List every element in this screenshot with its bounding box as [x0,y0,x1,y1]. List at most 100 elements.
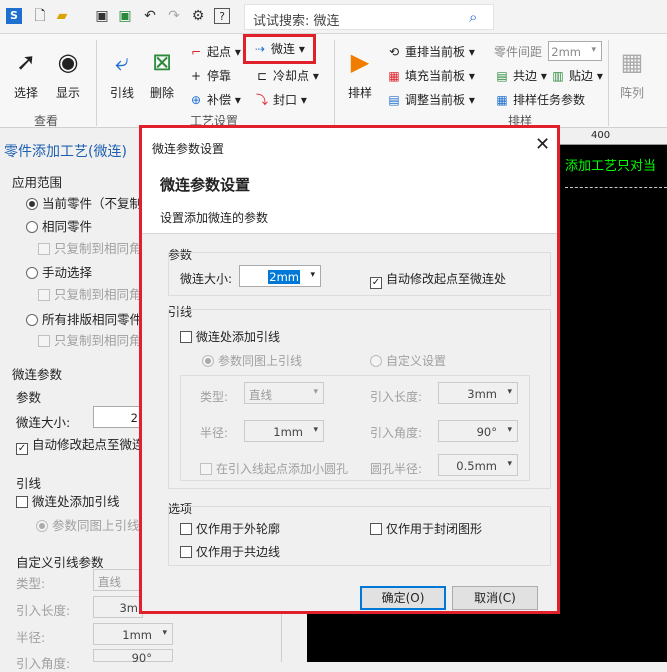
compensate-icon: ⊕ [190,93,202,107]
size-input[interactable]: 2 [93,406,143,428]
scope-same-radio[interactable]: 相同零件 [26,216,92,235]
nest-label: 排样 [347,86,372,100]
select-label: 选择 [13,86,38,100]
search-icon[interactable]: ⌕ [469,8,477,26]
checkbox-icon [370,523,382,535]
scope-all-label: 所有排版相同零件 [42,312,143,327]
adjust-label: 调整当前板 [405,93,466,107]
add-lead-checkbox[interactable]: 微连处添加引线 [16,491,120,510]
copy-manual-checkbox[interactable]: 只复制到相同角 [38,284,142,303]
chevron-down-icon: ▾ [507,459,512,469]
save-icon[interactable]: ▣ [94,8,110,24]
dialog-size-value: 2mm [268,270,300,284]
type-value: 直线 [98,575,121,589]
scope-manual-radio[interactable]: 手动选择 [26,262,92,281]
auto-move-checkbox[interactable]: ✓ 自动修改起点至微连 [16,434,145,455]
redo-icon[interactable]: ↷ [166,8,182,24]
compensate-button[interactable]: ⊕ 补偿 ▾ [188,90,241,110]
dialog-angle-select[interactable]: 90° ▾ [438,420,518,442]
display-button[interactable]: ◉ 显示 [48,46,88,101]
dialog-small-hole-checkbox[interactable]: 在引入线起点添加小圆孔 [200,460,348,477]
angle-input[interactable]: 90° [93,649,173,665]
dialog-auto-move-label: 自动修改起点至微连处 [386,272,507,286]
scope-all-radio[interactable]: 所有排版相同零件 [26,309,142,328]
re-nest-label: 重排当前板 [405,45,466,59]
dialog-lead-length-select[interactable]: 3mm ▾ [438,382,518,404]
radio-icon [370,355,382,367]
checkbox-icon [16,496,28,508]
dialog-hole-radius-select[interactable]: 0.5mm ▾ [438,454,518,476]
array-button[interactable]: ▦ 阵列 [612,46,652,101]
lead-button[interactable]: ⤶ 引线 [102,46,142,101]
cooling-point-label: 冷却点 [273,69,310,83]
nest-params-label: 排样任务参数 [513,93,586,107]
auto-move-label: 自动修改起点至微连 [32,437,145,452]
dialog-outer-only-checkbox[interactable]: 仅作用于外轮廓 [180,520,280,537]
dialog-auto-move-checkbox[interactable]: ✓ 自动修改起点至微连处 [370,270,506,289]
dialog-lead-length-label: 引入长度: [370,390,423,404]
dialog-same-as-figure-radio[interactable]: 参数同图上引线 [202,352,302,369]
dialog-radius-select[interactable]: 1mm ▾ [244,420,324,442]
common-edge-button[interactable]: ▤ 共边 ▾ [494,66,547,86]
dialog-custom-radio[interactable]: 自定义设置 [370,352,446,369]
chevron-down-icon: ▾ [162,628,167,638]
seal-label: 封口 [273,93,298,107]
close-icon[interactable]: ✕ [535,134,550,155]
part-spacing-input[interactable]: 2mm ▾ [548,41,602,61]
dialog-hole-radius-label: 圆孔半径: [370,462,423,476]
save-as-icon[interactable]: ▣ [117,8,133,24]
copy-all-checkbox[interactable]: 只复制到相同角 [38,330,142,349]
delete-button[interactable]: ⊠ 删除 [142,46,182,101]
dialog-add-lead-checkbox[interactable]: 微连处添加引线 [180,328,280,345]
scope-current-radio[interactable]: 当前零件（不复制 [26,193,142,212]
settings-gear-icon[interactable]: ⚙ [190,8,206,24]
dialog-closed-only-checkbox[interactable]: 仅作用于封闭图形 [370,520,482,537]
nest-params-button[interactable]: ▦ 排样任务参数 [494,90,585,110]
open-folder-icon[interactable]: ▰ [54,8,70,24]
chevron-down-icon: ▾ [507,387,512,397]
radio-icon [26,221,38,233]
part-spacing-value: 2mm [551,45,581,59]
chevron-down-icon: ▾ [310,270,315,280]
dialog-common-only-checkbox[interactable]: 仅作用于共边线 [180,543,280,560]
checkbox-icon [200,463,212,475]
cooling-point-button[interactable]: ⊏ 冷却点 ▾ [254,66,319,86]
same-as-figure-radio[interactable]: 参数同图上引线 [36,515,140,534]
new-file-icon[interactable]: 🗋 [32,8,48,24]
nest-button[interactable]: ▶ 排样 [340,46,380,101]
ok-button[interactable]: 确定(O) [360,586,446,610]
copy-all-label: 只复制到相同角 [54,333,142,348]
re-nest-button[interactable]: ⟲ 重排当前板 ▾ [386,42,475,62]
divider [334,40,335,126]
chevron-down-icon: ▾ [313,425,318,435]
micro-joint-button[interactable]: ⇢ 微连 ▾ [252,39,305,59]
stop-button[interactable]: + 停靠 [188,66,231,86]
fill-icon: ▦ [388,69,400,83]
panel-title: 零件添加工艺(微连) [4,144,127,160]
start-point-label: 起点 [207,45,232,59]
type-select[interactable]: 直线 [93,569,143,591]
start-point-button[interactable]: ⌐ 起点 ▾ [188,42,241,62]
select-button[interactable]: ➚ 选择 [6,46,46,101]
copy-same-checkbox[interactable]: 只复制到相同角 [38,238,142,257]
dialog-subtitle: 设置添加微连的参数 [160,211,269,225]
delete-label: 删除 [149,86,174,100]
undo-icon[interactable]: ↶ [142,8,158,24]
adjust-button[interactable]: ▤ 调整当前板 ▾ [386,90,475,110]
seal-button[interactable]: ⤵ 封口 ▾ [254,90,307,110]
checkbox-checked-icon: ✓ [370,277,382,289]
search-box[interactable]: 试试搜索: 微连 ⌕ [244,4,494,30]
radius-input[interactable]: 1mm ▾ [93,623,173,645]
dialog-size-select[interactable]: 2mm ▾ [239,265,321,287]
lead-length-input[interactable]: 3m [93,596,143,618]
cancel-button[interactable]: 取消(C) [452,586,538,610]
dialog-type-label: 类型: [200,390,229,404]
stick-edge-button[interactable]: ▥ 贴边 ▾ [550,66,603,86]
dialog-size-label: 微连大小: [180,272,233,286]
fill-button[interactable]: ▦ 填充当前板 ▾ [386,66,475,86]
radio-icon [26,314,38,326]
common-edge-icon: ▤ [496,69,508,83]
dialog-type-select[interactable]: 直线 ▾ [244,382,324,404]
help-icon[interactable]: ? [214,8,230,24]
scope-same-label: 相同零件 [42,219,93,234]
